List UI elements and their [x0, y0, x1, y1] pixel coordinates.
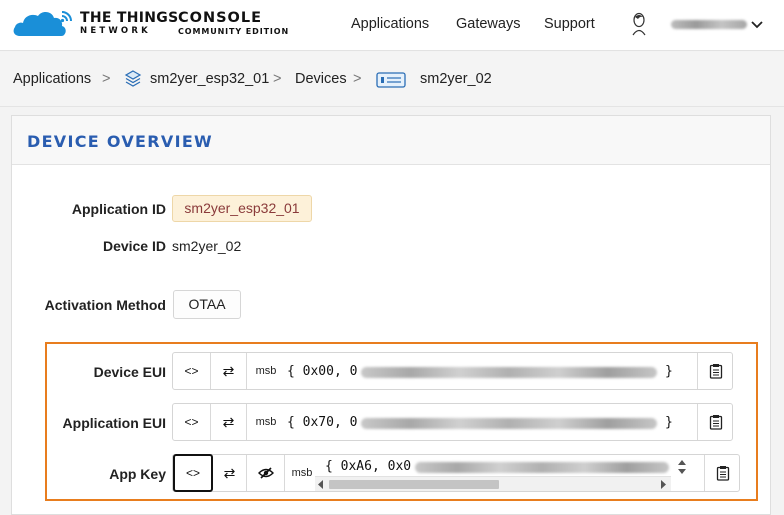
device-icon [376, 72, 406, 88]
breadcrumb-separator: > [353, 71, 362, 87]
breadcrumb-applications[interactable]: Applications [13, 71, 91, 87]
scroll-right-icon[interactable] [661, 480, 667, 489]
swap-icon: ⇄ [222, 362, 235, 379]
toggle-format-button[interactable]: <> [173, 353, 211, 389]
brand-wordmark[interactable]: THE THINGS NETWORK [80, 11, 178, 37]
swap-icon: ⇄ [223, 464, 236, 481]
nav-gateways[interactable]: Gateways [456, 16, 520, 32]
app-key-horizontal-scrollbar[interactable] [315, 476, 671, 491]
application-eui-field: <> ⇄ msb { 0x70, 0 } [172, 403, 733, 441]
breadcrumb-devices[interactable]: Devices [295, 71, 347, 87]
user-menu[interactable] [631, 11, 771, 37]
closing-brace: } [665, 364, 673, 379]
breadcrumb-current-device: sm2yer_02 [420, 71, 492, 87]
clipboard-icon [716, 466, 729, 481]
device-eui-redacted [361, 367, 657, 378]
page-title: DEVICE OVERVIEW [27, 132, 214, 151]
card-header: DEVICE OVERVIEW [12, 116, 770, 165]
swap-byte-order-button[interactable]: ⇄ [211, 404, 247, 440]
eye-slash-icon [257, 467, 274, 479]
device-id-value: sm2yer_02 [172, 238, 242, 254]
clipboard-icon [709, 364, 722, 379]
byte-order-label: msb [291, 467, 313, 479]
copy-application-eui-button[interactable] [697, 404, 733, 440]
clipboard-icon [709, 415, 722, 430]
device-eui-field: <> ⇄ msb { 0x00, 0 } [172, 352, 733, 390]
swap-byte-order-button[interactable]: ⇄ [211, 353, 247, 389]
application-eui-label: Application EUI [62, 415, 166, 431]
code-icon: <> [184, 364, 199, 378]
console-wordmark[interactable]: CONSOLE COMMUNITY EDITION [178, 11, 289, 37]
activation-method-label: Activation Method [44, 297, 166, 313]
copy-device-eui-button[interactable] [697, 353, 733, 389]
app-key-vertical-scroll-icon[interactable] [675, 458, 689, 476]
breadcrumb: Applications > sm2yer_esp32_01 > Devices… [0, 52, 784, 107]
stack-icon [124, 70, 142, 87]
closing-brace: } [665, 415, 673, 430]
application-id-label: Application ID [71, 201, 166, 217]
chevron-down-icon[interactable] [749, 16, 765, 32]
cloud-logo-icon[interactable] [12, 8, 74, 38]
scrollbar-thumb[interactable] [329, 480, 499, 489]
breadcrumb-separator: > [273, 71, 282, 87]
app-key-redacted [415, 462, 669, 473]
copy-app-key-button[interactable] [704, 455, 740, 491]
code-icon: <> [184, 415, 199, 429]
avatar-icon [632, 12, 646, 36]
code-icon: <> [185, 466, 200, 480]
toggle-visibility-button[interactable] [247, 455, 285, 491]
swap-byte-order-button[interactable]: ⇄ [213, 455, 247, 491]
brand-line-1: THE THINGS [80, 10, 179, 26]
breadcrumb-separator: > [102, 71, 111, 87]
application-eui-value[interactable]: { 0x70, 0 [287, 415, 357, 430]
device-eui-value[interactable]: { 0x00, 0 [287, 364, 357, 379]
console-line-2: COMMUNITY EDITION [178, 27, 290, 36]
app-key-value[interactable]: { 0xA6, 0x0 [325, 459, 411, 474]
scroll-left-icon[interactable] [318, 480, 324, 489]
breadcrumb-application[interactable]: sm2yer_esp32_01 [150, 71, 269, 87]
brand-line-2: NETWORK [80, 26, 151, 36]
nav-support[interactable]: Support [544, 16, 595, 32]
application-eui-redacted [361, 418, 657, 429]
user-name-redacted [671, 20, 747, 29]
toggle-format-button[interactable]: <> [173, 454, 213, 492]
application-id-value[interactable]: sm2yer_esp32_01 [172, 195, 312, 222]
console-line-1: CONSOLE [178, 10, 263, 26]
top-navigation-bar: THE THINGS NETWORK CONSOLE COMMUNITY EDI… [0, 0, 784, 51]
app-key-label: App Key [109, 466, 166, 482]
byte-order-label: msb [255, 365, 277, 377]
swap-icon: ⇄ [222, 413, 235, 430]
byte-order-label: msb [255, 416, 277, 428]
nav-applications[interactable]: Applications [351, 16, 429, 32]
toggle-format-button[interactable]: <> [173, 404, 211, 440]
device-eui-label: Device EUI [93, 364, 166, 380]
device-id-label: Device ID [102, 238, 166, 254]
activation-method-value: OTAA [173, 290, 241, 319]
